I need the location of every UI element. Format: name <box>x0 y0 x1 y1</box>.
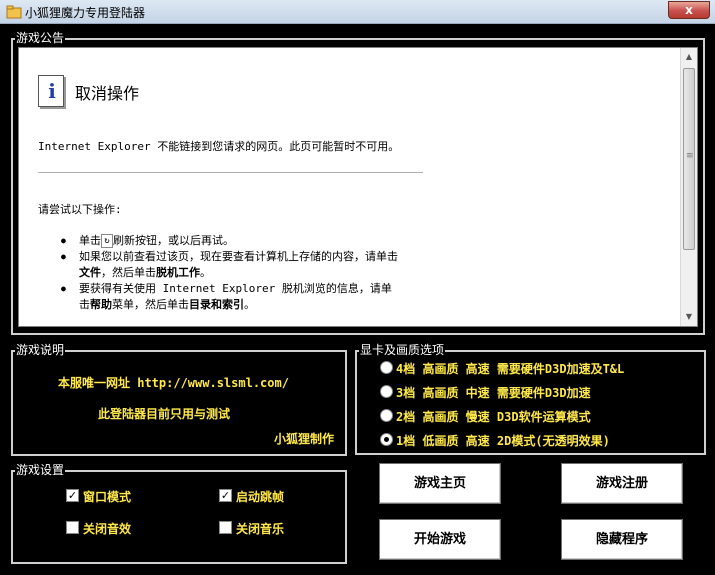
suggestion-item: 单击↻刷新按钮，或以后再试。 <box>61 233 401 249</box>
graphics-option-label: 3档 高画质 中速 需要硬件D3D加速 <box>396 386 591 400</box>
close-button[interactable]: x <box>668 1 710 19</box>
author-text: 小狐狸制作 <box>274 432 335 446</box>
graphics-option-label: 1档 低画质 高速 2D模式(无透明效果) <box>396 434 610 448</box>
scroll-up-icon[interactable]: ▲ <box>681 50 697 64</box>
grip-icon: ≡ <box>686 151 694 161</box>
graphics-option-label: 4档 高画质 高速 需要硬件D3D加速及T&L <box>396 362 625 376</box>
suggestion-item: 要获得有关使用 Internet Explorer 脱机浏览的信息，请单击帮助菜… <box>61 281 401 313</box>
hide-program-button[interactable]: 隐藏程序 <box>561 519 683 560</box>
game-home-button[interactable]: 游戏主页 <box>379 463 501 504</box>
scroll-down-icon[interactable]: ▼ <box>681 310 697 324</box>
try-text: 请尝试以下操作: <box>38 203 122 216</box>
divider-line <box>38 172 423 173</box>
graphics-option-label: 2档 高画质 慢速 D3D软件运算模式 <box>396 410 591 424</box>
refresh-icon[interactable]: ↻ <box>101 234 113 248</box>
radio-button[interactable] <box>380 409 393 422</box>
suggestion-item: 如果您以前查看过该页，现在要查看计算机上存储的内容，请单击文件，然后单击脱机工作… <box>61 249 401 281</box>
checkbox-checked[interactable]: ✓ <box>219 489 232 502</box>
checkbox[interactable] <box>66 521 79 534</box>
description-label: 游戏说明 <box>15 343 66 357</box>
settings-group: 游戏设置 <box>11 463 347 564</box>
vertical-scrollbar[interactable]: ▲ ≡ ▼ <box>680 48 697 326</box>
error-title: 取消操作 <box>75 84 140 103</box>
offline-work-link: 脱机工作 <box>156 266 200 279</box>
app-icon <box>6 5 22 19</box>
checkbox-label: 关闭音效 <box>83 522 132 536</box>
checkbox-label: 启动跳帧 <box>236 490 285 504</box>
test-notice-text: 此登陆器目前只用与测试 <box>98 407 231 421</box>
checkbox-label: 关闭音乐 <box>236 522 285 536</box>
announcement-label: 游戏公告 <box>15 31 66 45</box>
radio-button[interactable] <box>380 361 393 374</box>
window-title: 小狐狸魔力专用登陆器 <box>25 6 146 20</box>
game-register-button[interactable]: 游戏注册 <box>561 463 683 504</box>
scroll-thumb[interactable]: ≡ <box>683 68 695 250</box>
announcement-browser[interactable]: i 取消操作 Internet Explorer 不能链接到您请求的网页。此页可… <box>18 47 698 327</box>
radio-button-selected[interactable] <box>380 433 393 446</box>
settings-label: 游戏设置 <box>15 463 66 477</box>
suggestion-list: 单击↻刷新按钮，或以后再试。 如果您以前查看过该页，现在要查看计算机上存储的内容… <box>61 233 401 313</box>
checkbox-label: 窗口模式 <box>83 490 132 504</box>
file-menu-link: 文件 <box>79 266 101 279</box>
contents-index-link: 目录和索引 <box>189 298 244 311</box>
checkbox-checked[interactable]: ✓ <box>66 489 79 502</box>
radio-button[interactable] <box>380 385 393 398</box>
title-bar[interactable]: 小狐狸魔力专用登陆器 x <box>0 0 715 24</box>
help-menu-link: 帮助 <box>90 298 112 311</box>
error-message: Internet Explorer 不能链接到您请求的网页。此页可能暂时不可用。 <box>38 140 400 153</box>
info-icon-glyph: i <box>48 79 56 103</box>
website-text: 本服唯一网址 http://www.slsml.com/ <box>58 376 289 390</box>
checkbox[interactable] <box>219 521 232 534</box>
start-game-button[interactable]: 开始游戏 <box>379 519 501 560</box>
graphics-label: 显卡及画质选项 <box>359 343 446 357</box>
info-icon: i <box>38 75 64 107</box>
